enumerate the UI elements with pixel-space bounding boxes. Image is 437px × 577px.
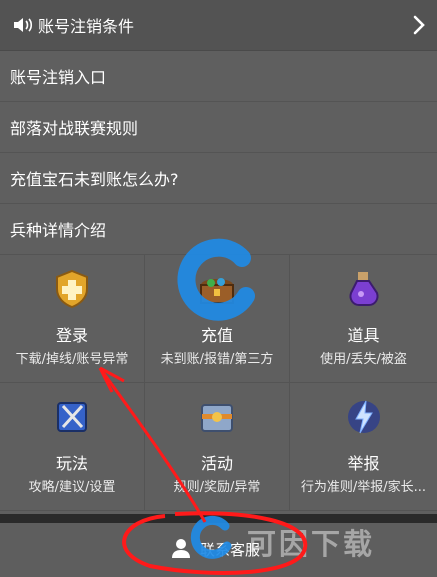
category-report[interactable]: 举报 行为准则/举报/家长...	[290, 383, 437, 511]
chevron-right-icon[interactable]	[411, 14, 427, 36]
category-subtitle: 规则/奖励/异常	[173, 480, 261, 495]
lightning-report-icon	[347, 400, 380, 434]
category-subtitle: 使用/丢失/被盗	[320, 352, 407, 367]
notice-row[interactable]: 账号注销条件	[0, 0, 437, 51]
category-subtitle: 攻略/建议/设置	[28, 480, 116, 495]
faq-item-gem-recharge[interactable]: 充值宝石未到账怎么办?	[0, 153, 437, 204]
category-grid: 登录 下载/掉线/账号异常 充值 未到账/报错/第三方 道具 使用/丢失/被盗 …	[0, 255, 437, 511]
category-gameplay[interactable]: 玩法 攻略/建议/设置	[0, 383, 145, 511]
category-login[interactable]: 登录 下载/掉线/账号异常	[0, 255, 145, 383]
event-chest-icon	[201, 404, 233, 432]
category-title: 充值	[200, 326, 233, 345]
category-subtitle: 未到账/报错/第三方	[160, 352, 274, 367]
category-events[interactable]: 活动 规则/奖励/异常	[145, 383, 290, 511]
category-recharge[interactable]: 充值 未到账/报错/第三方	[145, 255, 290, 383]
faq-item-account-cancel[interactable]: 账号注销入口	[0, 51, 437, 102]
faq-item-clan-war-rules[interactable]: 部落对战联赛规则	[0, 102, 437, 153]
spellbook-icon	[57, 402, 87, 432]
category-title: 玩法	[55, 454, 88, 473]
category-title: 举报	[347, 454, 380, 473]
category-subtitle: 下载/掉线/账号异常	[15, 352, 129, 367]
potion-icon	[349, 272, 378, 306]
watermark-text: 可因下载	[247, 527, 376, 561]
faq-item-label: 部落对战联赛规则	[10, 119, 139, 138]
category-title: 道具	[347, 326, 380, 345]
faq-item-label: 账号注销入口	[10, 68, 107, 87]
faq-item-label: 兵种详情介绍	[10, 221, 107, 240]
speaker-icon	[14, 18, 33, 32]
notice-label: 账号注销条件	[38, 17, 135, 36]
person-icon	[172, 539, 190, 558]
treasure-chest-icon	[200, 278, 234, 304]
faq-item-label: 充值宝石未到账怎么办?	[10, 170, 179, 189]
faq-item-troop-details[interactable]: 兵种详情介绍	[0, 204, 437, 255]
shield-plus-icon	[56, 269, 88, 309]
category-title: 登录	[55, 326, 88, 345]
category-title: 活动	[200, 454, 233, 473]
category-subtitle: 行为准则/举报/家长...	[300, 480, 427, 495]
category-items[interactable]: 道具 使用/丢失/被盗	[290, 255, 437, 383]
